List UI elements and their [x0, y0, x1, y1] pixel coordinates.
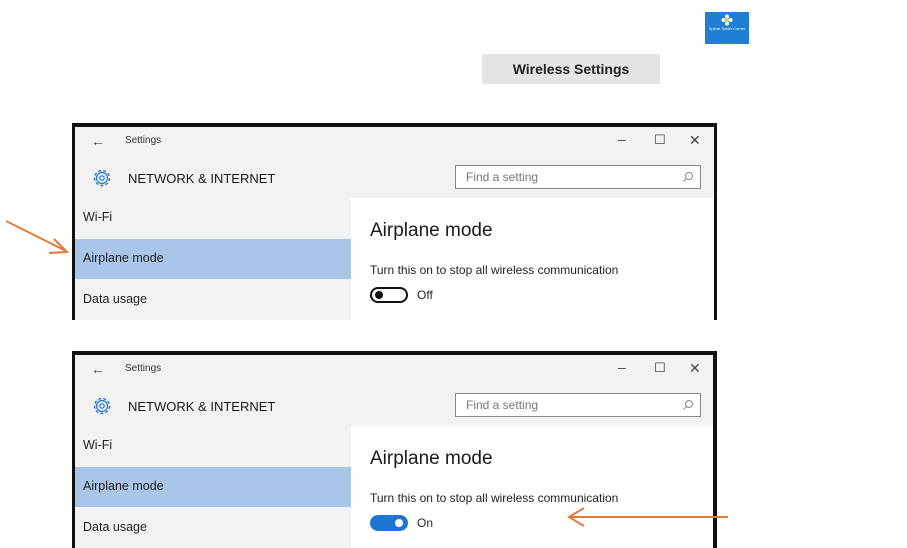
title-bar: ← Settings – ☐ ✕	[75, 355, 713, 383]
toggle-state-label: Off	[417, 288, 433, 302]
search-input[interactable]: Find a setting	[455, 165, 701, 189]
airplane-mode-toggle[interactable]	[370, 515, 408, 531]
settings-header: NETWORK & INTERNET Find a setting	[75, 155, 714, 198]
sidebar-item-data-usage[interactable]: Data usage	[75, 280, 351, 320]
sidebar-item-airplane-mode[interactable]: Airplane mode	[75, 239, 351, 279]
page-title: Airplane mode	[370, 448, 493, 469]
settings-window-on: ← Settings – ☐ ✕ NETWORK & INTERNET Find…	[72, 351, 717, 548]
close-button[interactable]: ✕	[689, 360, 701, 377]
settings-window-off: ← Settings – ☐ ✕ NETWORK & INTERNET Find…	[72, 123, 717, 320]
sidebar-item-airplane-mode[interactable]: Airplane mode	[75, 467, 351, 507]
maximize-button[interactable]: ☐	[654, 132, 666, 148]
sidebar-item-data-usage[interactable]: Data usage	[75, 508, 351, 548]
search-icon	[683, 172, 693, 182]
sidebar-item-wifi[interactable]: Wi-Fi	[75, 426, 351, 466]
window-title: Settings	[125, 135, 162, 146]
sidebar-item-wifi[interactable]: Wi-Fi	[75, 198, 351, 238]
minimize-button[interactable]: –	[618, 359, 626, 375]
back-arrow-icon[interactable]: ←	[91, 361, 105, 377]
sidebar: Wi-Fi Airplane mode Data usage	[75, 426, 351, 548]
wireless-settings-label: Wireless Settings	[482, 54, 660, 84]
gear-icon	[93, 169, 111, 187]
description-text: Turn this on to stop all wireless commun…	[370, 263, 619, 277]
toggle-knob	[395, 519, 403, 527]
content-pane: Airplane mode Turn this on to stop all w…	[351, 198, 714, 320]
section-title: NETWORK & INTERNET	[128, 171, 276, 186]
maximize-button[interactable]: ☐	[654, 360, 666, 376]
search-input[interactable]: Find a setting	[455, 393, 701, 417]
section-title: NETWORK & INTERNET	[128, 399, 276, 414]
search-placeholder: Find a setting	[466, 398, 539, 412]
arrow-to-airplane-mode	[5, 220, 70, 254]
toggle-knob	[375, 291, 383, 299]
search-placeholder: Find a setting	[466, 170, 539, 184]
wireless-settings-text: Wireless Settings	[512, 61, 630, 77]
settings-header: NETWORK & INTERNET Find a setting	[75, 383, 713, 426]
airplane-mode-toggle[interactable]	[370, 287, 408, 303]
logo-text: Xplore Tablet Corner	[708, 27, 746, 31]
description-text: Turn this on to stop all wireless commun…	[370, 491, 619, 505]
toggle-state-label: On	[417, 516, 434, 530]
minimize-button[interactable]: –	[618, 131, 626, 147]
sidebar: Wi-Fi Airplane mode Data usage	[75, 198, 351, 320]
page-title: Airplane mode	[370, 220, 493, 241]
gear-icon	[93, 397, 111, 415]
back-arrow-icon[interactable]: ←	[91, 133, 105, 149]
brand-logo: Xplore Tablet Corner	[705, 12, 749, 44]
title-bar: ← Settings – ☐ ✕	[75, 127, 714, 155]
content-pane: Airplane mode Turn this on to stop all w…	[351, 426, 713, 548]
search-icon	[683, 400, 693, 410]
close-button[interactable]: ✕	[689, 132, 701, 149]
flower-icon	[721, 14, 733, 26]
window-title: Settings	[125, 363, 162, 374]
